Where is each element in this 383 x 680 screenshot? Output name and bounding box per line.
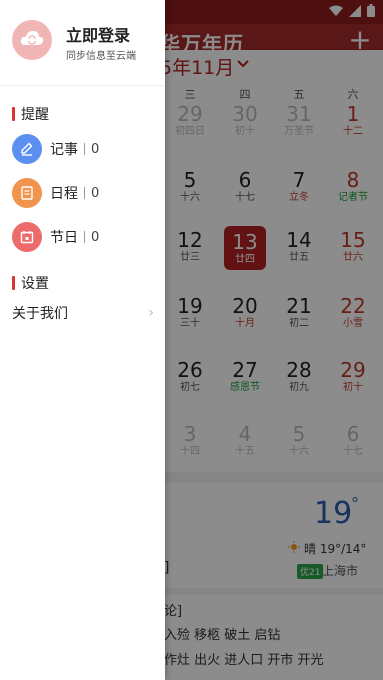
divider — [84, 231, 85, 243]
menu-label: 记事 — [50, 142, 78, 158]
side-drawer: 立即登录 同步信息至云端 提醒 记事 0 日程 0 节日 0 设置 关于我们 › — [0, 0, 165, 680]
login-title[interactable]: 立即登录 — [66, 22, 130, 46]
menu-count: 0 — [91, 229, 100, 245]
divider — [84, 143, 85, 155]
reminder-section-heading: 提醒 — [12, 104, 49, 124]
section-marker — [12, 107, 15, 121]
pen-icon — [12, 134, 42, 164]
cloud-sync-icon — [20, 30, 44, 50]
menu-item-festival[interactable]: 节日 0 — [12, 222, 162, 252]
avatar[interactable] — [12, 20, 52, 60]
menu-count: 0 — [91, 185, 100, 201]
settings-section-heading: 设置 — [12, 273, 49, 293]
section-marker — [12, 276, 15, 290]
reminder-heading-label: 提醒 — [21, 107, 49, 123]
about-us-item[interactable]: 关于我们 › — [12, 302, 154, 324]
chevron-right-icon: › — [148, 305, 154, 321]
menu-label: 节日 — [50, 230, 78, 246]
about-us-label: 关于我们 — [12, 306, 68, 322]
menu-item-schedule[interactable]: 日程 0 — [12, 178, 162, 208]
login-profile[interactable]: 立即登录 同步信息至云端 — [0, 0, 165, 86]
settings-heading-label: 设置 — [21, 276, 49, 292]
divider — [84, 187, 85, 199]
menu-label: 日程 — [50, 186, 78, 202]
login-subtitle: 同步信息至云端 — [66, 51, 136, 62]
menu-count: 0 — [91, 141, 100, 157]
list-icon — [12, 178, 42, 208]
menu-item-notes[interactable]: 记事 0 — [12, 134, 162, 164]
calendar-icon — [12, 222, 42, 252]
